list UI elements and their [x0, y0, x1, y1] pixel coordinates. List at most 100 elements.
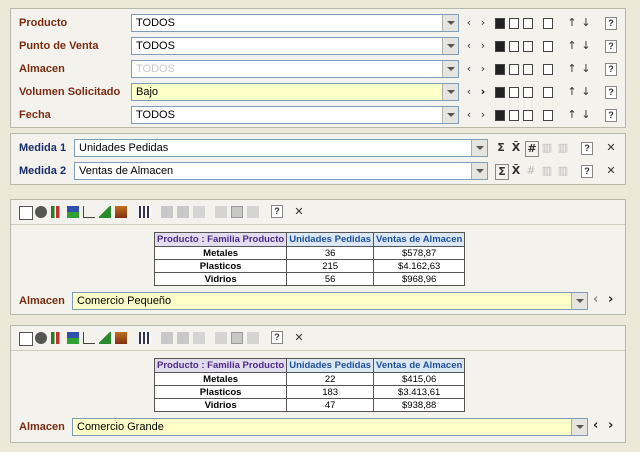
area-chart-icon[interactable]: [99, 206, 111, 218]
medida-2-select[interactable]: Ventas de Almacen: [74, 162, 488, 180]
area-chart-alt-icon[interactable]: [115, 206, 127, 218]
column-header[interactable]: Ventas de Almacen: [373, 232, 466, 247]
chevron-down-icon[interactable]: [442, 38, 458, 54]
layout-second-icon[interactable]: [509, 110, 519, 121]
count-icon[interactable]: #: [525, 141, 539, 157]
grid-icon[interactable]: [139, 206, 151, 218]
prev-icon[interactable]: ‹: [463, 62, 475, 76]
layout-third-icon[interactable]: [523, 87, 533, 98]
prev-icon[interactable]: ‹: [593, 418, 598, 433]
close-icon[interactable]: ✕: [605, 164, 617, 178]
column-header[interactable]: Unidades Pedidas: [286, 232, 375, 247]
move-down-icon[interactable]: ↓: [580, 62, 592, 76]
chevron-down-icon[interactable]: [442, 15, 458, 31]
close-icon[interactable]: ✕: [293, 331, 305, 345]
bar-chart-icon[interactable]: [51, 206, 63, 218]
move-up-icon[interactable]: ↑: [566, 85, 578, 99]
almacen-select[interactable]: TODOS: [131, 60, 459, 78]
next-icon[interactable]: ›: [477, 85, 489, 99]
layout-third-icon[interactable]: [523, 18, 533, 29]
next-icon[interactable]: ›: [477, 62, 489, 76]
layout-third-icon[interactable]: [523, 41, 533, 52]
prev-icon[interactable]: ‹: [463, 16, 475, 30]
layout-first-icon[interactable]: [495, 87, 505, 98]
layout-split-icon[interactable]: [543, 110, 553, 121]
move-down-icon[interactable]: ↓: [580, 39, 592, 53]
grid-icon[interactable]: [139, 332, 151, 344]
layout-first-icon[interactable]: [495, 110, 505, 121]
move-up-icon[interactable]: ↑: [566, 62, 578, 76]
volumen-solicitado-select[interactable]: Bajo: [131, 83, 459, 101]
help-icon[interactable]: ?: [271, 205, 283, 218]
chevron-down-icon[interactable]: [442, 107, 458, 123]
next-icon[interactable]: ›: [477, 16, 489, 30]
layout-first-icon[interactable]: [495, 64, 505, 75]
chevron-down-icon[interactable]: [571, 419, 587, 435]
pie-chart-icon[interactable]: [35, 332, 47, 344]
layout-first-icon[interactable]: [495, 18, 505, 29]
prev-icon[interactable]: ‹: [463, 39, 475, 53]
chevron-down-icon[interactable]: [471, 163, 487, 179]
area-chart-alt-icon[interactable]: [115, 332, 127, 344]
pie-chart-icon[interactable]: [35, 206, 47, 218]
prev-icon[interactable]: ‹: [463, 85, 475, 99]
chevron-down-icon[interactable]: [442, 84, 458, 100]
producto-select[interactable]: TODOS: [131, 14, 459, 32]
area-chart-icon[interactable]: [99, 332, 111, 344]
almacen-page-select[interactable]: Comercio Grande: [72, 418, 588, 436]
chevron-down-icon[interactable]: [571, 293, 587, 309]
next-icon[interactable]: ›: [477, 39, 489, 53]
medida-1-select[interactable]: Unidades Pedidas: [74, 139, 488, 157]
layout-split-icon[interactable]: [543, 18, 553, 29]
table-view-icon[interactable]: [19, 332, 33, 346]
sum-icon[interactable]: Σ: [495, 164, 509, 180]
move-down-icon[interactable]: ↓: [580, 85, 592, 99]
move-up-icon[interactable]: ↑: [566, 108, 578, 122]
move-down-icon[interactable]: ↓: [580, 16, 592, 30]
layout-first-icon[interactable]: [495, 41, 505, 52]
punto-de-venta-select[interactable]: TODOS: [131, 37, 459, 55]
help-icon[interactable]: ?: [605, 86, 617, 99]
next-icon[interactable]: ›: [608, 418, 613, 433]
column-header[interactable]: Producto : Familia Producto: [153, 232, 288, 247]
help-icon[interactable]: ?: [605, 40, 617, 53]
line-chart-icon[interactable]: [83, 332, 95, 344]
prev-icon[interactable]: ‹: [593, 292, 598, 307]
column-header[interactable]: Ventas de Almacen: [373, 358, 466, 373]
move-down-icon[interactable]: ↓: [580, 108, 592, 122]
layout-second-icon[interactable]: [509, 87, 519, 98]
count-icon[interactable]: #: [525, 164, 537, 178]
layout-split-icon[interactable]: [543, 64, 553, 75]
layout-third-icon[interactable]: [523, 110, 533, 121]
help-icon[interactable]: ?: [605, 63, 617, 76]
average-icon[interactable]: X̄: [510, 164, 522, 178]
chevron-down-icon[interactable]: [471, 140, 487, 156]
help-icon[interactable]: ?: [271, 331, 283, 344]
next-icon[interactable]: ›: [477, 108, 489, 122]
stacked-bar-icon[interactable]: [67, 332, 79, 344]
help-icon[interactable]: ?: [605, 109, 617, 122]
stacked-bar-icon[interactable]: [67, 206, 79, 218]
help-icon[interactable]: ?: [581, 165, 593, 178]
move-up-icon[interactable]: ↑: [566, 16, 578, 30]
table-view-icon[interactable]: [19, 206, 33, 220]
sum-icon[interactable]: Σ: [495, 141, 507, 155]
layout-second-icon[interactable]: [509, 18, 519, 29]
move-up-icon[interactable]: ↑: [566, 39, 578, 53]
line-chart-icon[interactable]: [83, 206, 95, 218]
column-header[interactable]: Producto : Familia Producto: [153, 358, 288, 373]
close-icon[interactable]: ✕: [293, 205, 305, 219]
prev-icon[interactable]: ‹: [463, 108, 475, 122]
close-icon[interactable]: ✕: [605, 141, 617, 155]
layout-second-icon[interactable]: [509, 41, 519, 52]
layout-split-icon[interactable]: [543, 87, 553, 98]
column-header[interactable]: Unidades Pedidas: [286, 358, 375, 373]
next-icon[interactable]: ›: [608, 292, 613, 307]
layout-second-icon[interactable]: [509, 64, 519, 75]
average-icon[interactable]: X̄: [510, 141, 522, 155]
fecha-select[interactable]: TODOS: [131, 106, 459, 124]
chevron-down-icon[interactable]: [442, 61, 458, 77]
help-icon[interactable]: ?: [605, 17, 617, 30]
bar-chart-icon[interactable]: [51, 332, 63, 344]
help-icon[interactable]: ?: [581, 142, 593, 155]
